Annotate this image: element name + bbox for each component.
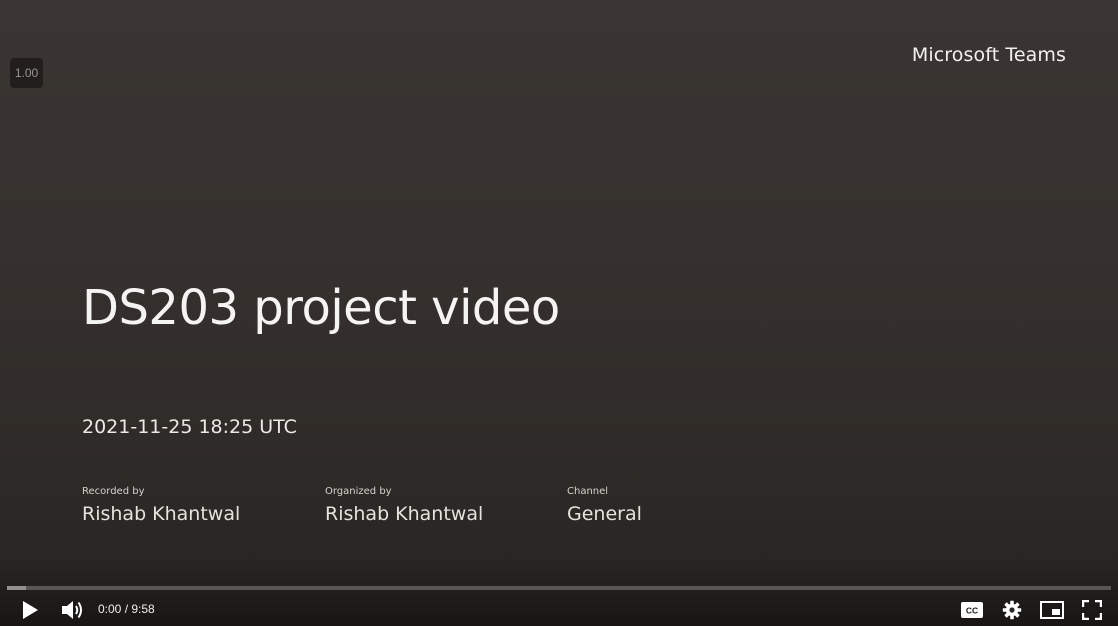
video-player[interactable]: 1.00 Microsoft Teams DS203 project video… xyxy=(0,0,1118,626)
play-button[interactable] xyxy=(15,595,45,625)
brand-label: Microsoft Teams xyxy=(911,44,1066,66)
mute-button[interactable] xyxy=(57,595,87,625)
captions-button[interactable]: CC xyxy=(957,595,987,625)
play-icon xyxy=(23,601,38,619)
gear-icon xyxy=(1002,600,1022,620)
closed-captions-icon: CC xyxy=(961,602,983,618)
channel-value: General xyxy=(567,503,642,525)
organized-by-value: Rishab Khantwal xyxy=(325,503,484,525)
volume-icon xyxy=(62,601,82,619)
playback-speed-indicator: 1.00 xyxy=(10,58,43,88)
progress-loaded xyxy=(7,586,26,590)
fullscreen-button[interactable] xyxy=(1077,595,1107,625)
organized-by-block: Organized by Rishab Khantwal xyxy=(325,486,483,525)
recorded-by-label: Recorded by xyxy=(82,486,145,497)
fullscreen-icon xyxy=(1082,600,1102,620)
controls-background xyxy=(0,556,1118,626)
organized-by-label: Organized by xyxy=(325,486,392,497)
channel-label: Channel xyxy=(567,486,609,497)
time-display: 0:00 / 9:58 xyxy=(98,602,155,616)
settings-button[interactable] xyxy=(997,595,1027,625)
video-title: DS203 project video xyxy=(82,280,560,336)
recorded-by-value: Rishab Khantwal xyxy=(82,503,241,525)
miniplayer-button[interactable] xyxy=(1037,595,1067,625)
miniplayer-icon xyxy=(1040,601,1064,619)
recorded-by-block: Recorded by Rishab Khantwal xyxy=(82,486,240,525)
svg-text:CC: CC xyxy=(966,606,978,616)
recording-date: 2021-11-25 18:25 UTC xyxy=(82,416,297,438)
progress-bar[interactable] xyxy=(7,586,1111,590)
channel-block: Channel General xyxy=(567,486,642,525)
